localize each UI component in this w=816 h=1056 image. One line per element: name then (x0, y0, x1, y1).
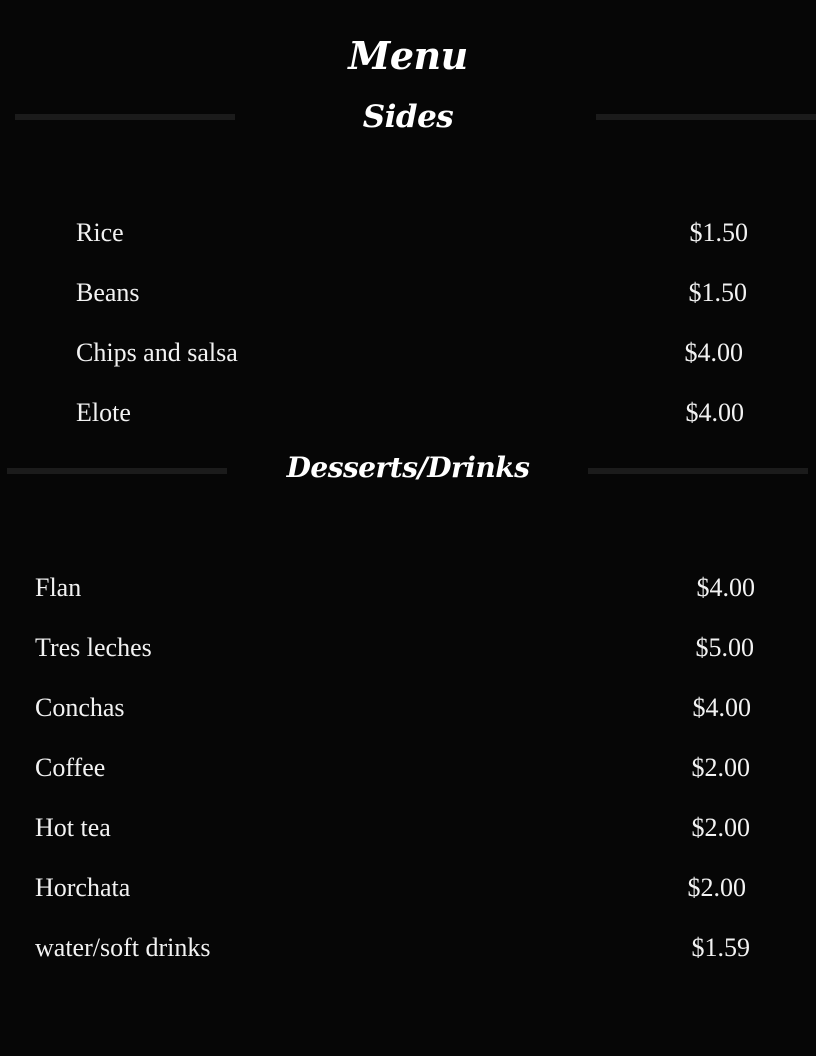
item-name: water/soft drinks (35, 933, 211, 962)
item-price: $5.00 (695, 633, 755, 662)
menu-item: Conchas $4.00 (0, 688, 816, 728)
menu-title: Menu (348, 33, 468, 78)
item-price: $2.00 (691, 753, 751, 782)
item-price: $4.00 (692, 693, 752, 722)
menu-page: Menu Sides Rice $1.50 Beans $1.50 Chips … (0, 0, 816, 1056)
item-price: $4.00 (696, 573, 756, 602)
menu-item: Tres leches $5.00 (0, 628, 816, 668)
item-price: $1.50 (689, 218, 749, 247)
menu-item: Rice $1.50 (0, 213, 816, 253)
item-price: $1.50 (688, 278, 748, 307)
item-price: $1.59 (691, 933, 751, 962)
menu-item: Beans $1.50 (0, 273, 816, 313)
section-title-desserts-drinks: Desserts/Drinks (286, 451, 530, 484)
item-name: Hot tea (35, 813, 111, 842)
item-name: Beans (76, 278, 140, 307)
menu-item: Horchata $2.00 (0, 868, 816, 908)
menu-item: Flan $4.00 (0, 568, 816, 608)
item-name: Chips and salsa (76, 338, 238, 367)
menu-item: water/soft drinks $1.59 (0, 928, 816, 968)
section-title-sides: Sides (362, 99, 454, 135)
item-name: Flan (35, 573, 82, 602)
item-name: Conchas (35, 693, 125, 722)
menu-item: Chips and salsa $4.00 (0, 333, 816, 373)
menu-item: Elote $4.00 (0, 393, 816, 433)
item-name: Rice (76, 218, 124, 247)
item-name: Horchata (35, 873, 131, 902)
menu-item: Hot tea $2.00 (0, 808, 816, 848)
item-price: $2.00 (687, 873, 747, 902)
item-name: Tres leches (35, 633, 152, 662)
item-price: $2.00 (691, 813, 751, 842)
item-price: $4.00 (684, 338, 744, 367)
item-name: Coffee (35, 753, 106, 782)
item-price: $4.00 (685, 398, 745, 427)
menu-item: Coffee $2.00 (0, 748, 816, 788)
item-name: Elote (76, 398, 131, 427)
